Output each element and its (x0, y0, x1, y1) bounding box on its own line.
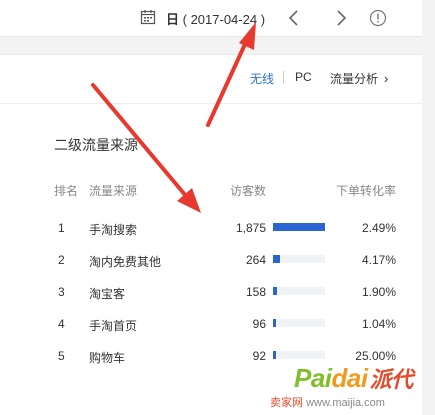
visitor-bar (273, 223, 325, 231)
row-rank: 2 (58, 253, 65, 267)
chevron-right-icon: › (384, 71, 389, 86)
row-conversion: 1.04% (361, 317, 396, 331)
watermark-url: www.maijia.com (306, 397, 385, 409)
visitor-bar-track (273, 223, 325, 231)
row-conversion: 25.00% (355, 349, 396, 363)
tab-pc[interactable]: PC (295, 70, 312, 84)
table-row[interactable]: 1 手淘搜索 1,875 2.49% (0, 221, 422, 251)
visitor-bar (273, 319, 276, 327)
row-source: 淘内免费其他 (89, 255, 162, 269)
row-source: 淘宝客 (89, 287, 126, 301)
watermark-cn: 派代 (369, 367, 414, 392)
row-conversion: 2.49% (361, 221, 396, 235)
watermark-brand: Paidai派代 (294, 362, 413, 394)
date-period: 日 (166, 12, 180, 27)
date-display[interactable]: 日 ( 2017-04-24 ) (166, 9, 265, 28)
tab-separator (283, 71, 284, 84)
row-visitors: 96 (252, 317, 266, 331)
watermark-logo: Paidai派代 卖家网 www.maijia.com (270, 362, 435, 414)
row-rank: 4 (58, 317, 65, 331)
chevron-right-icon[interactable] (332, 8, 350, 28)
tab-wireless[interactable]: 无线 (250, 70, 274, 87)
divider (0, 103, 422, 104)
header-conversion[interactable]: 下单转化率 (336, 182, 396, 199)
table-row[interactable]: 3 淘宝客 158 1.90% (0, 285, 422, 315)
date-value: ( 2017-04-24 ) (182, 12, 266, 27)
row-rank: 5 (58, 349, 65, 363)
info-icon[interactable] (369, 9, 387, 27)
row-rank: 3 (58, 285, 65, 299)
calendar-icon[interactable] (140, 9, 156, 25)
visitor-bar-track (273, 319, 325, 327)
row-visitors: 92 (252, 349, 266, 363)
date-toolbar: 日 ( 2017-04-24 ) (0, 0, 422, 37)
watermark-dai: dai (331, 363, 369, 393)
section-title: 二级流量来源 (54, 137, 138, 153)
row-rank: 1 (58, 221, 65, 235)
visitor-bar (273, 287, 277, 295)
watermark-site-name: 卖家网 (270, 397, 303, 409)
visitor-bar-track (273, 351, 325, 359)
visitor-bar-track (273, 287, 325, 295)
traffic-source-panel: 无线 PC 流量分析 › 二级流量来源 排名 流量来源 访客数 下单转化率 1 手… (0, 54, 422, 415)
chevron-left-icon[interactable] (285, 8, 303, 28)
traffic-analysis-link[interactable]: 流量分析 › (330, 70, 388, 87)
visitor-bar-track (273, 255, 325, 263)
visitor-bar (273, 351, 276, 359)
row-source: 购物车 (89, 351, 126, 365)
header-rank: 排名 (54, 184, 79, 198)
row-conversion: 4.17% (361, 253, 396, 267)
traffic-analysis-label: 流量分析 (330, 72, 379, 86)
visitor-bar (273, 255, 280, 263)
table-row[interactable]: 4 手淘首页 96 1.04% (0, 317, 422, 347)
row-visitors: 1,875 (235, 221, 266, 235)
watermark-pai: Pai (294, 363, 332, 393)
row-conversion: 1.90% (361, 285, 396, 299)
row-visitors: 264 (245, 253, 266, 267)
header-visitors[interactable]: 访客数 (230, 182, 266, 199)
header-source: 流量来源 (89, 184, 138, 198)
row-source: 手淘首页 (89, 319, 138, 333)
watermark-subline: 卖家网 www.maijia.com (270, 394, 385, 410)
row-visitors: 158 (245, 285, 266, 299)
table-row[interactable]: 2 淘内免费其他 264 4.17% (0, 253, 422, 283)
row-source: 手淘搜索 (89, 223, 138, 237)
